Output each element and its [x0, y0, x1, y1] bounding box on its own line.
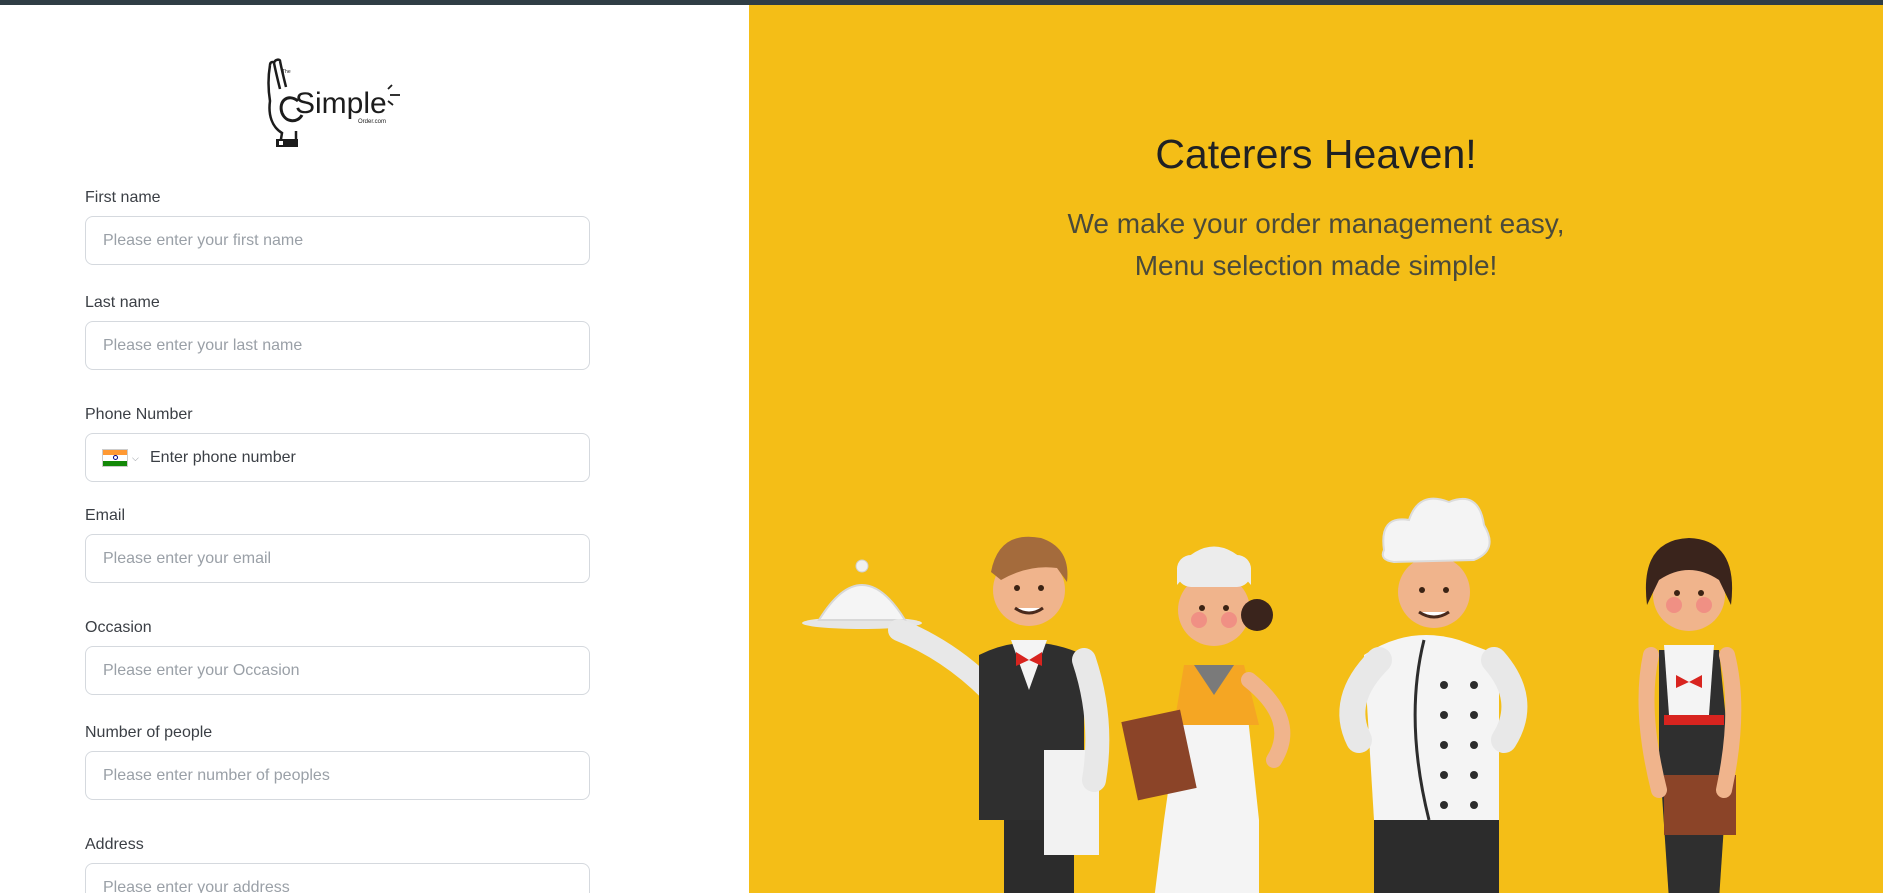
catering-staff-illustration: [802, 497, 1742, 893]
first-name-label: First name: [85, 189, 161, 206]
logo-small-top: The: [282, 69, 291, 75]
people-label: Number of people: [85, 724, 213, 741]
chef-figure: [1339, 497, 1528, 893]
hero-subtitle-line2: Menu selection made simple!: [1134, 250, 1498, 281]
hero-title: Caterers Heaven!: [1155, 131, 1477, 177]
last-name-label: Last name: [85, 294, 160, 311]
waitress-figure: [1121, 546, 1291, 893]
chevron-down-icon: ⌵: [132, 452, 139, 463]
phone-input[interactable]: [150, 434, 580, 481]
first-name-field: First name: [85, 188, 590, 265]
signup-form-panel: The Simple Order.com First name Last nam…: [0, 5, 749, 893]
last-name-input[interactable]: [85, 321, 590, 370]
address-input[interactable]: [85, 863, 590, 893]
hostess-figure: [1638, 538, 1742, 893]
email-input[interactable]: [85, 534, 590, 583]
phone-label: Phone Number: [85, 406, 193, 423]
occasion-label: Occasion: [85, 619, 152, 636]
address-label: Address: [85, 836, 144, 853]
logo-small-bottom: Order.com: [358, 119, 386, 125]
simple-order-logo: The Simple Order.com: [267, 58, 400, 147]
last-name-field: Last name: [85, 293, 590, 370]
india-flag-icon: [102, 449, 128, 467]
occasion-field: Occasion: [85, 618, 590, 695]
logo-wordmark: Simple: [295, 87, 387, 120]
phone-input-group: ⌵: [85, 433, 590, 482]
people-field: Number of people: [85, 723, 590, 800]
country-code-select[interactable]: ⌵: [102, 448, 142, 468]
people-input[interactable]: [85, 751, 590, 800]
occasion-input[interactable]: [85, 646, 590, 695]
hero-subtitle-line1: We make your order management easy,: [1067, 208, 1565, 239]
address-field: Address: [85, 835, 590, 893]
hero-panel: Caterers Heaven! We make your order mana…: [749, 5, 1883, 893]
first-name-input[interactable]: [85, 216, 590, 265]
email-label: Email: [85, 507, 126, 524]
phone-field: Phone Number ⌵: [85, 405, 590, 482]
waiter-figure: [802, 536, 1110, 893]
email-field: Email: [85, 506, 590, 583]
